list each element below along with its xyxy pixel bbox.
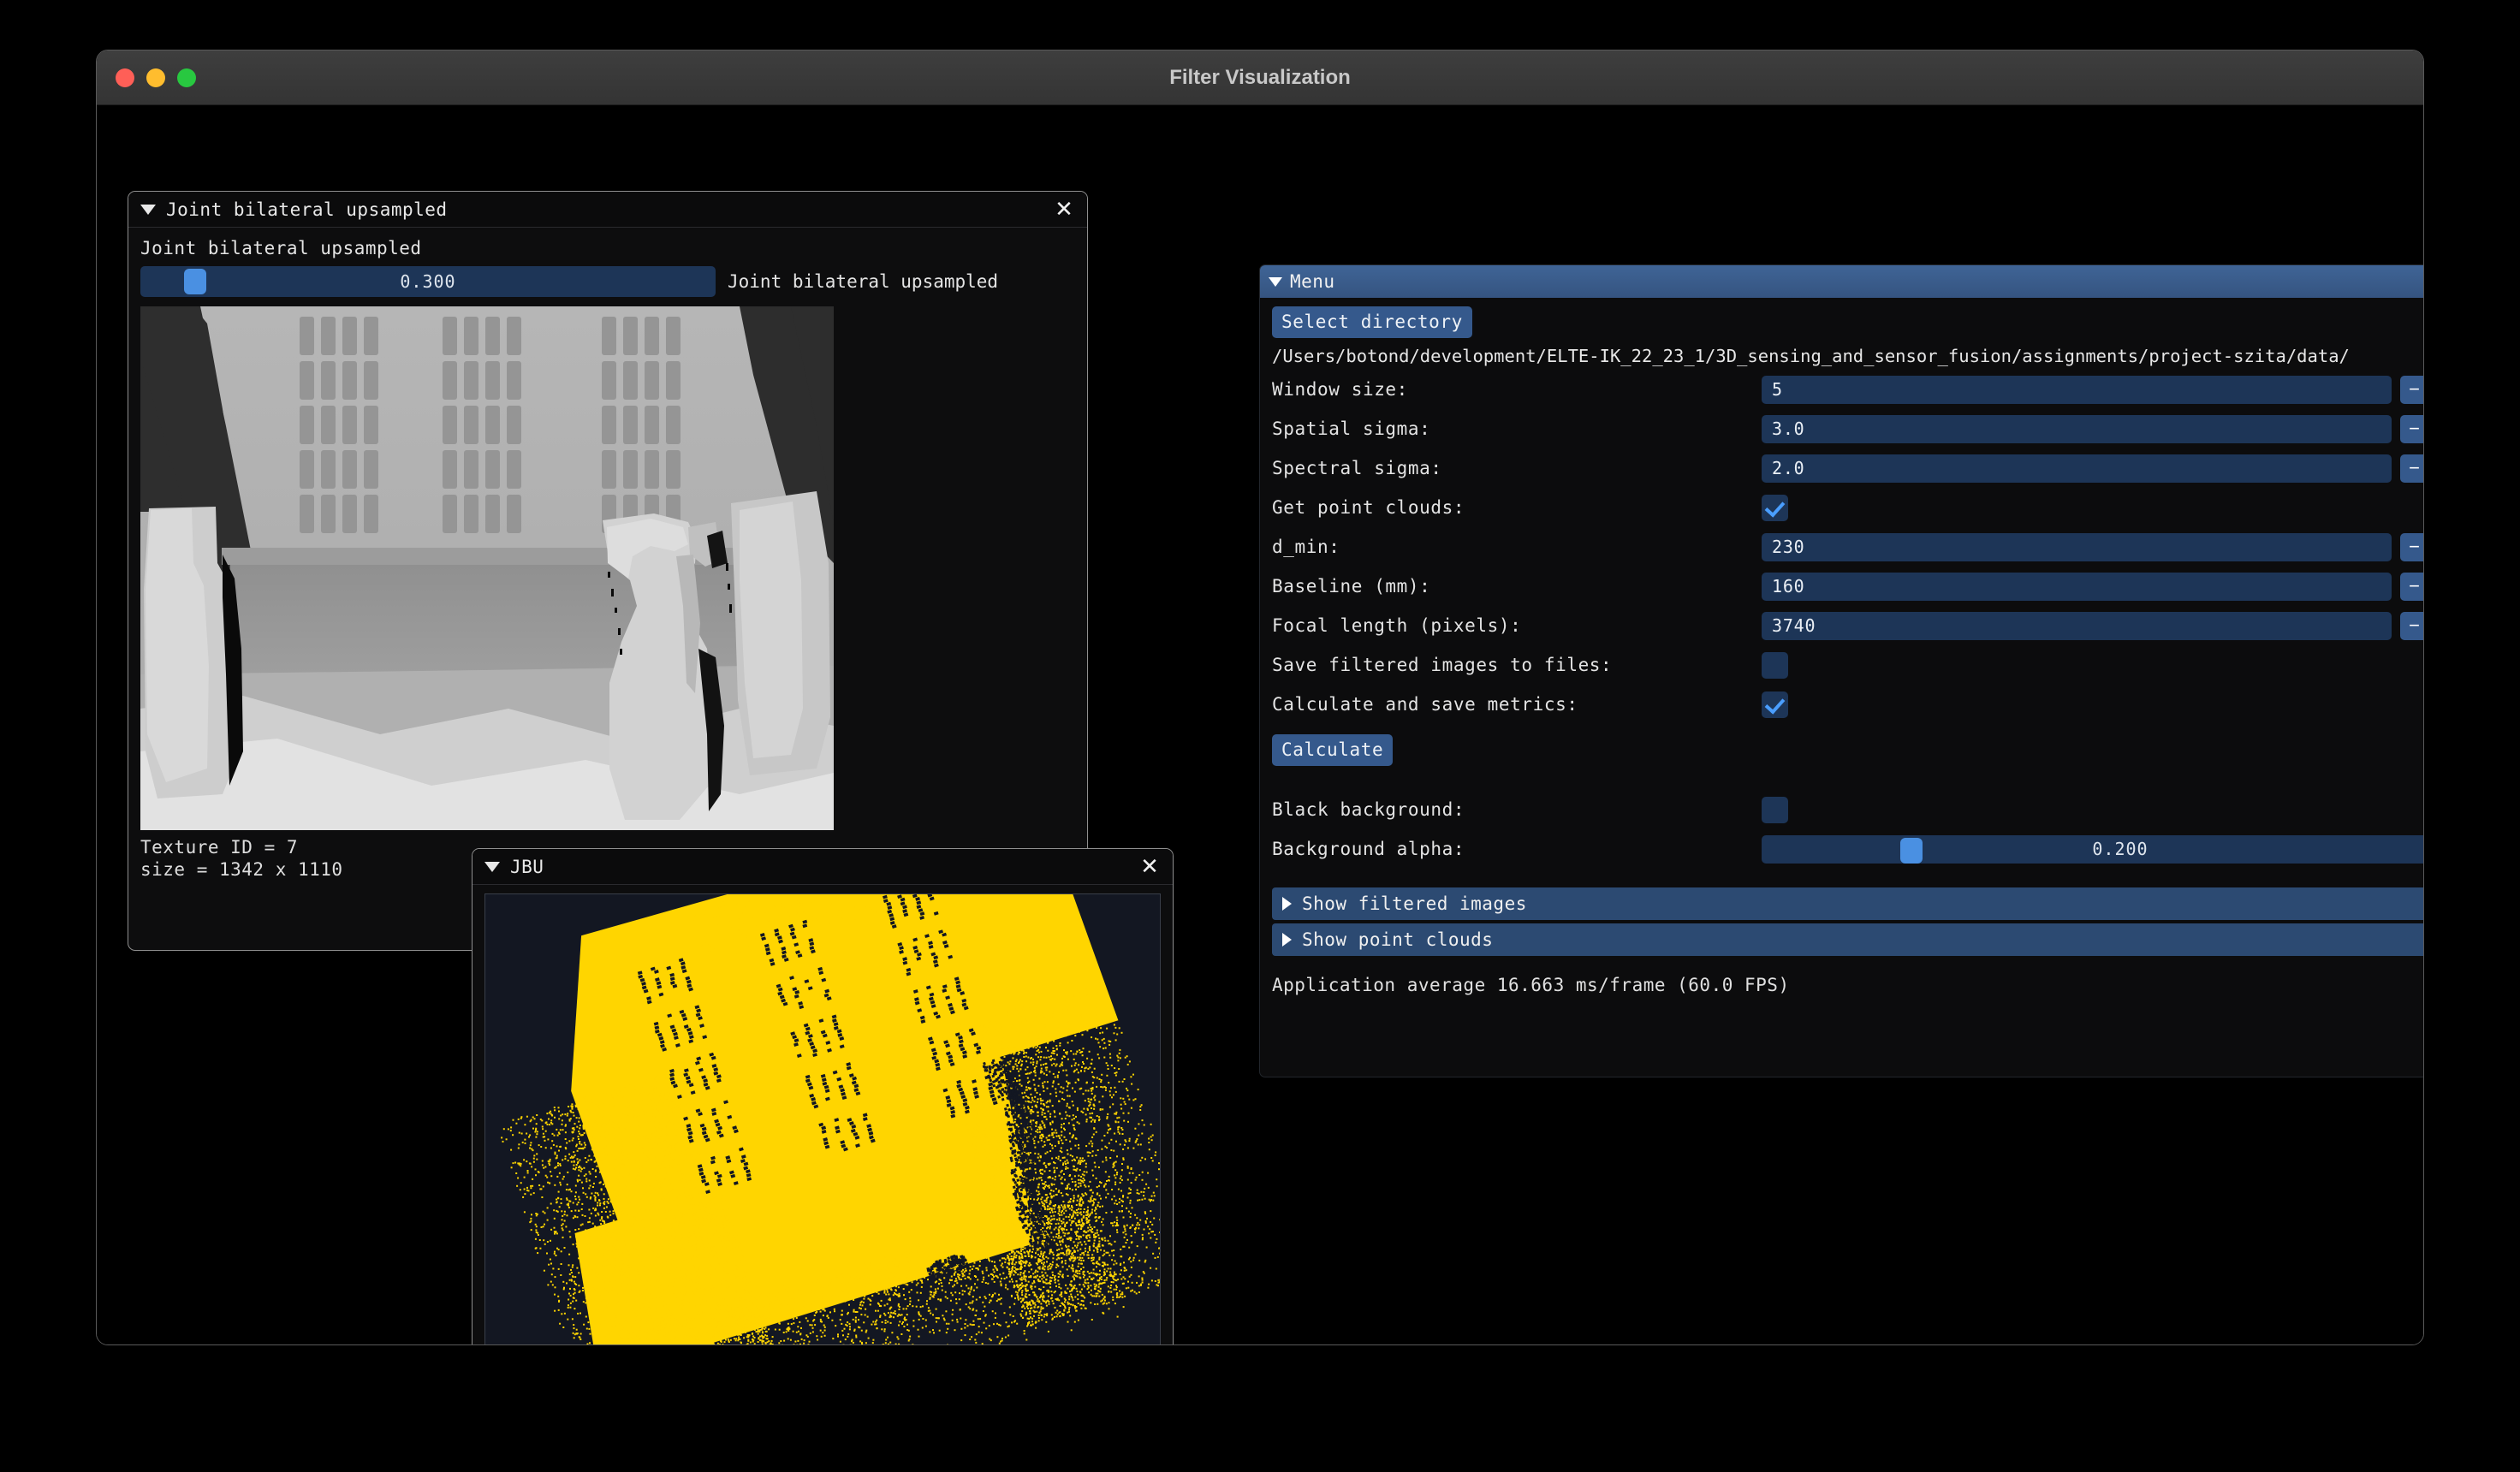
menu-panel-header[interactable]: Menu <box>1260 265 2423 298</box>
field-row: Save filtered images to files: <box>1272 645 2423 685</box>
field-input[interactable]: 3740 <box>1762 611 2392 640</box>
field-label: Baseline (mm): <box>1272 576 1431 597</box>
field-label: Save filtered images to files: <box>1272 655 1613 675</box>
menu-panel-body: Select directory /Users/botond/developme… <box>1260 298 2423 995</box>
background-alpha-value: 0.200 <box>2092 839 2149 859</box>
black-background-row: Black background: <box>1272 790 2423 829</box>
decrement-button[interactable]: − <box>2400 375 2423 404</box>
background-alpha-slider-handle[interactable] <box>1900 837 1923 864</box>
field-checkbox[interactable] <box>1762 651 1788 679</box>
field-row: Spatial sigma:3.0−+ <box>1272 409 2423 448</box>
black-background-label: Black background: <box>1272 799 1465 820</box>
show-point-clouds-label: Show point clouds <box>1302 929 1494 950</box>
jbus-slider-caption: Joint bilateral upsampled <box>140 238 422 258</box>
field-row: Baseline (mm):160−+ <box>1272 567 2423 606</box>
field-checkbox[interactable] <box>1762 494 1788 521</box>
show-point-clouds-header[interactable]: Show point clouds <box>1272 923 2423 956</box>
jbus-titlebar[interactable]: Joint bilateral upsampled ✕ <box>128 192 1087 228</box>
collapse-triangle-down-icon[interactable] <box>140 204 156 215</box>
jbu-point-cloud-window[interactable]: JBU ✕ <box>472 848 1174 1344</box>
render-canvas[interactable]: Joint bilateral upsampled ✕ Joint bilate… <box>97 105 2423 1344</box>
joint-bilateral-upsampled-window[interactable]: Joint bilateral upsampled ✕ Joint bilate… <box>128 191 1088 951</box>
field-label: Spectral sigma: <box>1272 458 1442 478</box>
scale-slider-value: 0.300 <box>400 271 456 292</box>
field-input[interactable]: 3.0 <box>1762 414 2392 443</box>
field-row: Focal length (pixels):3740−+ <box>1272 606 2423 645</box>
show-filtered-images-header[interactable]: Show filtered images <box>1272 887 2423 920</box>
field-row: Window size:5−+ <box>1272 370 2423 409</box>
decrement-button[interactable]: − <box>2400 532 2423 561</box>
page-title: Filter Visualization <box>1169 66 1351 89</box>
background-alpha-row: Background alpha: 0.200 <box>1272 829 2423 869</box>
parameter-fields: Window size:5−+Spatial sigma:3.0−+Spectr… <box>1272 370 2423 724</box>
field-label: Get point clouds: <box>1272 497 1465 518</box>
menu-header-label: Menu <box>1290 271 1335 292</box>
field-label: Spatial sigma: <box>1272 418 1431 439</box>
close-icon[interactable]: ✕ <box>1138 855 1161 878</box>
fps-status-text: Application average 16.663 ms/frame (60.… <box>1272 975 1790 995</box>
window-titlebar[interactable]: Filter Visualization <box>97 50 2423 105</box>
field-row: d_min:230−+ <box>1272 527 2423 567</box>
scale-slider[interactable]: 0.300 <box>140 266 716 297</box>
field-checkbox[interactable] <box>1762 691 1788 718</box>
collapse-triangle-down-icon[interactable] <box>1269 276 1282 287</box>
close-icon[interactable]: ✕ <box>1053 198 1075 221</box>
decrement-button[interactable]: − <box>2400 454 2423 483</box>
field-input[interactable]: 160 <box>1762 572 2392 601</box>
field-label: d_min: <box>1272 537 1340 557</box>
depth-image <box>140 306 834 830</box>
field-row: Spectral sigma:2.0−+ <box>1272 448 2423 488</box>
background-alpha-slider[interactable]: 0.200 <box>1762 834 2423 864</box>
show-filtered-images-label: Show filtered images <box>1302 893 1527 914</box>
black-background-checkbox[interactable] <box>1762 796 1788 823</box>
menu-panel[interactable]: Menu Select directory /Users/botond/deve… <box>1259 264 2423 1077</box>
jbus-slider-row: 0.300 Joint bilateral upsampled <box>140 266 1075 297</box>
calculate-button[interactable]: Calculate <box>1272 734 1394 766</box>
scale-slider-label: Joint bilateral upsampled <box>728 271 999 292</box>
field-label: Focal length (pixels): <box>1272 615 1522 636</box>
background-alpha-label: Background alpha: <box>1272 839 1465 859</box>
jbu-window-title: JBU <box>510 856 544 877</box>
point-cloud-viewport[interactable] <box>484 893 1161 1344</box>
field-row: Calculate and save metrics: <box>1272 685 2423 724</box>
field-input[interactable]: 2.0 <box>1762 454 2392 483</box>
field-input[interactable]: 230 <box>1762 532 2392 561</box>
collapse-triangle-down-icon[interactable] <box>484 861 500 872</box>
jbu-titlebar[interactable]: JBU ✕ <box>472 849 1173 885</box>
application-window: Filter Visualization Joint bilateral ups… <box>96 50 2424 1345</box>
field-input[interactable]: 5 <box>1762 375 2392 404</box>
selected-directory-path: /Users/botond/development/ELTE-IK_22_23_… <box>1272 346 2350 366</box>
decrement-button[interactable]: − <box>2400 414 2423 443</box>
decrement-button[interactable]: − <box>2400 572 2423 601</box>
field-row: Get point clouds: <box>1272 488 2423 527</box>
jbus-window-title: Joint bilateral upsampled <box>166 199 448 220</box>
select-directory-button[interactable]: Select directory <box>1272 306 1472 338</box>
field-label: Calculate and save metrics: <box>1272 694 1578 715</box>
collapse-triangle-right-icon[interactable] <box>1282 897 1292 911</box>
field-label: Window size: <box>1272 379 1408 400</box>
collapse-triangle-right-icon[interactable] <box>1282 933 1292 947</box>
scale-slider-handle[interactable] <box>184 269 206 294</box>
decrement-button[interactable]: − <box>2400 611 2423 640</box>
jbus-body: Joint bilateral upsampled 0.300 Joint bi… <box>128 228 1087 880</box>
